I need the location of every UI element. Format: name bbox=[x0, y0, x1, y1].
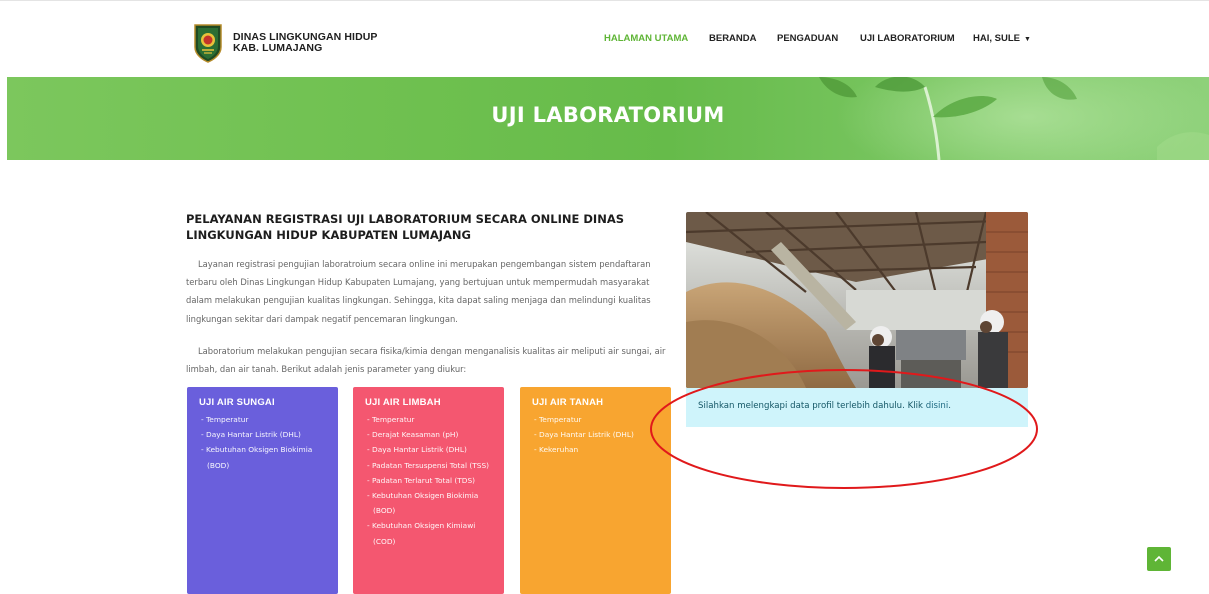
user-menu-label: HAI, SULE bbox=[973, 33, 1020, 44]
scroll-to-top-button[interactable] bbox=[1147, 547, 1171, 571]
list-item: - Derajat Keasaman (pH) bbox=[367, 430, 459, 440]
page-title: UJI LABORATORIUM bbox=[491, 103, 725, 127]
list-item: - Kekeruhan bbox=[534, 445, 579, 455]
chevron-up-icon bbox=[1154, 555, 1164, 562]
caret-down-icon: ▼ bbox=[1023, 36, 1031, 43]
intro-paragraph: Layanan registrasi pengujian laboratroiu… bbox=[186, 259, 651, 324]
list-item: - Daya Hantar Listrik (DHL) bbox=[367, 445, 467, 455]
list-item: - Padatan Terlarut Total (TDS) bbox=[367, 475, 476, 485]
nav-item-uji-laboratorium[interactable]: UJI LABORATORIUM bbox=[860, 33, 955, 44]
nav-item-halaman-utama[interactable]: HALAMAN UTAMA bbox=[604, 33, 688, 44]
card-title: UJI AIR TANAH bbox=[532, 397, 604, 408]
nav-item-pengaduan[interactable]: PENGADUAN bbox=[777, 33, 838, 44]
user-menu-dropdown[interactable]: HAI, SULE ▼ bbox=[973, 33, 1031, 44]
card-title: UJI AIR SUNGAI bbox=[199, 397, 275, 408]
list-item: - Kebutuhan Oksigen Biokimia (BOD) bbox=[367, 491, 479, 516]
main-nav: HALAMAN UTAMA BERANDA PENGADUAN UJI LABO… bbox=[0, 33, 1209, 53]
laboratory-site-photo bbox=[686, 212, 1028, 388]
annotation-ellipse bbox=[650, 369, 1038, 489]
list-item: - Temperatur bbox=[367, 415, 415, 424]
section-headline: PELAYANAN REGISTRASI UJI LABORATORIUM SE… bbox=[186, 212, 624, 242]
list-item: - Padatan Tersuspensi Total (TSS) bbox=[367, 460, 490, 470]
parameter-paragraph: Laboratorium melakukan pengujian secara … bbox=[186, 346, 666, 375]
list-item: - Temperatur bbox=[534, 415, 582, 424]
list-item: - Daya Hantar Listrik (DHL) bbox=[534, 430, 634, 440]
list-item: - Kebutuhan Oksigen Kimiawi (COD) bbox=[367, 521, 476, 546]
card-uji-air-limbah: UJI AIR LIMBAH - Temperatur - Derajat Ke… bbox=[353, 387, 504, 594]
card-uji-air-sungai: UJI AIR SUNGAI - Temperatur - Daya Hanta… bbox=[187, 387, 338, 594]
list-item: - Daya Hantar Listrik (DHL) bbox=[201, 430, 301, 440]
list-item: - Temperatur bbox=[201, 415, 249, 424]
nav-item-beranda[interactable]: BERANDA bbox=[709, 33, 757, 44]
list-item: - Kebutuhan Oksigen Biokimia (BOD) bbox=[201, 445, 313, 470]
top-navbar: DINAS LINGKUNGAN HIDUP KAB. LUMAJANG HAL… bbox=[0, 0, 1209, 76]
page-banner: UJI LABORATORIUM bbox=[7, 77, 1209, 160]
card-title: UJI AIR LIMBAH bbox=[365, 397, 441, 408]
